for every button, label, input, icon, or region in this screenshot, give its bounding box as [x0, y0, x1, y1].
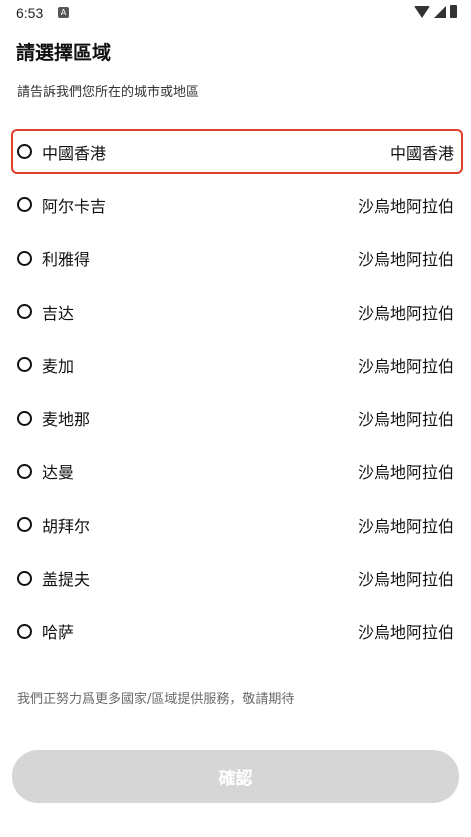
- radio-button[interactable]: [17, 250, 32, 266]
- region-country: 沙烏地阿拉伯: [357, 463, 454, 483]
- status-bar: 6:53 A: [0, 0, 471, 26]
- region-item[interactable]: 吉达 沙烏地阿拉伯: [0, 285, 471, 338]
- region-country: 沙烏地阿拉伯: [357, 410, 454, 430]
- region-country: 沙烏地阿拉伯: [357, 303, 454, 323]
- radio-button[interactable]: [17, 570, 32, 586]
- page-title: 請選擇區域: [16, 42, 112, 64]
- region-city: 麦地那: [42, 410, 91, 430]
- radio-button[interactable]: [17, 463, 32, 479]
- region-country: 沙烏地阿拉伯: [357, 196, 454, 216]
- footer-note: 我們正努力爲更多國家/區域提供服務，敬請期待: [17, 692, 295, 707]
- region-city: 盖提夫: [42, 570, 91, 590]
- region-item[interactable]: 麦加 沙烏地阿拉伯: [0, 338, 471, 391]
- region-country: 沙烏地阿拉伯: [357, 516, 454, 536]
- region-item[interactable]: 中國香港 中國香港: [0, 125, 471, 178]
- region-city: 中國香港: [42, 143, 107, 163]
- region-city: 胡拜尔: [42, 516, 91, 536]
- region-item[interactable]: 达曼 沙烏地阿拉伯: [0, 445, 471, 498]
- region-country: 沙烏地阿拉伯: [357, 623, 454, 643]
- radio-button[interactable]: [17, 517, 32, 533]
- region-item[interactable]: 哈萨 沙烏地阿拉伯: [0, 605, 471, 658]
- region-city: 吉达: [42, 303, 75, 323]
- region-country: 沙烏地阿拉伯: [357, 356, 454, 376]
- region-city: 利雅得: [42, 250, 91, 270]
- page-subtitle: 請告訴我們您所在的城市或地區: [17, 85, 200, 100]
- region-city: 阿尔卡吉: [42, 196, 107, 216]
- status-time: 6:53: [16, 5, 44, 21]
- radio-button[interactable]: [17, 410, 32, 426]
- radio-button[interactable]: [17, 144, 32, 160]
- region-country: 沙烏地阿拉伯: [357, 250, 454, 270]
- region-city: 哈萨: [42, 623, 75, 643]
- region-item[interactable]: 利雅得 沙烏地阿拉伯: [0, 232, 471, 285]
- region-list: 中國香港 中國香港 阿尔卡吉 沙烏地阿拉伯 利雅得 沙烏地阿拉伯 吉达 沙烏地阿…: [0, 125, 471, 658]
- radio-button[interactable]: [17, 304, 32, 320]
- radio-button[interactable]: [17, 357, 32, 373]
- notification-a-icon: A: [58, 7, 69, 18]
- confirm-button[interactable]: 確認: [12, 750, 459, 803]
- radio-button[interactable]: [17, 197, 32, 213]
- status-icons: [414, 5, 457, 18]
- region-country: 沙烏地阿拉伯: [357, 570, 454, 590]
- region-city: 麦加: [42, 356, 75, 376]
- region-item[interactable]: 阿尔卡吉 沙烏地阿拉伯: [0, 178, 471, 231]
- region-country: 中國香港: [389, 143, 454, 163]
- region-item[interactable]: 麦地那 沙烏地阿拉伯: [0, 391, 471, 444]
- region-city: 达曼: [42, 463, 75, 483]
- radio-button[interactable]: [17, 623, 32, 639]
- battery-icon: [450, 5, 457, 18]
- region-item[interactable]: 胡拜尔 沙烏地阿拉伯: [0, 498, 471, 551]
- region-item[interactable]: 盖提夫 沙烏地阿拉伯: [0, 551, 471, 604]
- wifi-icon: [414, 5, 430, 18]
- signal-icon: [434, 5, 446, 18]
